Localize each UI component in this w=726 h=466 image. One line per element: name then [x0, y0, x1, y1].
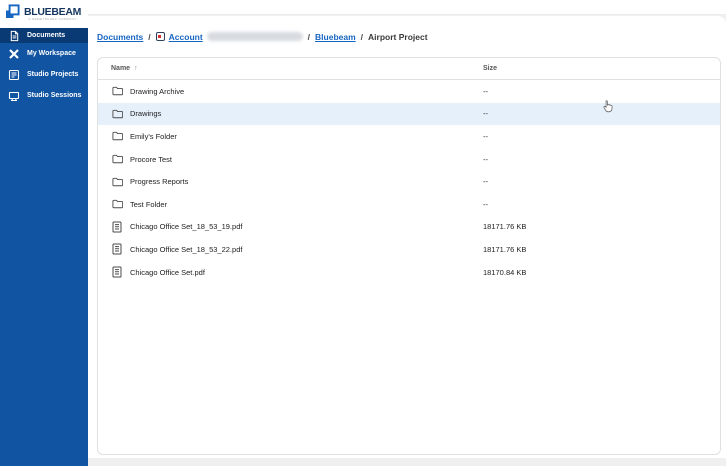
sidebar-item-label: Documents [27, 32, 66, 39]
sidebar: BLUEBEAM A NEMETSCHEK COMPANY Documents M… [0, 0, 88, 466]
table-body: Drawing Archive -- Drawings -- Emily's Folde… [98, 80, 720, 283]
sidebar-item-label: My Workspace [27, 50, 76, 57]
table-row-drawings[interactable]: Drawings -- [98, 102, 720, 126]
column-header-size-label: Size [483, 65, 498, 72]
size-cell: -- [483, 199, 488, 209]
sidebar-item-documents[interactable]: Documents [0, 28, 88, 43]
column-header-name-label: Name [111, 65, 131, 72]
column-header-name[interactable]: Name ↑ [111, 65, 483, 72]
breadcrumb-separator: / [307, 31, 311, 42]
mouse-cursor-hand-icon [602, 100, 614, 118]
item-name: Chicago Office Set_18_53_22.pdf [130, 244, 243, 254]
sidebar-item-label: Studio Projects [27, 71, 79, 78]
workspace-icon [8, 48, 20, 60]
up-arrow-icon: ↑ [134, 65, 138, 72]
name-cell: Progress Reports [111, 176, 483, 188]
name-cell: Procore Test [111, 153, 483, 165]
documents-table: Name ↑ Size Drawing Archive -- Drawings -- E… [97, 57, 721, 455]
breadcrumb-item-label: Airport Project [368, 31, 428, 42]
logo-text: BLUEBEAM [24, 5, 82, 18]
breadcrumb-item-bluebeam[interactable]: Bluebeam [315, 32, 356, 42]
column-header-size[interactable]: Size [483, 65, 720, 72]
sidebar-nav: Documents My Workspace Studio Projects Stud… [0, 28, 88, 106]
size-cell: 18171.76 KB [483, 222, 527, 232]
documents-icon [8, 30, 20, 42]
table-row-chicago-office-set-pdf[interactable]: Chicago Office Set.pdf 18170.84 KB [98, 261, 720, 284]
folder-icon [111, 198, 123, 210]
size-cell: 18170.84 KB [483, 267, 527, 277]
folder-icon [111, 130, 123, 142]
item-name: Chicago Office Set.pdf [130, 267, 205, 277]
breadcrumb-item-label: Documents [97, 31, 144, 42]
file-icon [111, 243, 123, 255]
sidebar-item-label: Studio Sessions [27, 92, 82, 99]
table-row-emily-s-folder[interactable]: Emily's Folder -- [98, 125, 720, 148]
size-cell: -- [483, 177, 488, 187]
item-name: Chicago Office Set_18_53_19.pdf [130, 222, 243, 232]
table-row-chicago-office-set-18-53-22-pdf[interactable]: Chicago Office Set_18_53_22.pdf 18171.76 … [98, 238, 720, 261]
item-name: Progress Reports [130, 177, 189, 187]
item-name: Test Folder [130, 199, 168, 209]
table-row-test-folder[interactable]: Test Folder -- [98, 193, 720, 216]
breadcrumb-item-account[interactable]: Account [155, 31, 303, 42]
sidebar-item-studio-sessions[interactable]: Studio Sessions [0, 85, 88, 106]
breadcrumb-item-documents[interactable]: Documents [97, 32, 143, 42]
table-row-procore-test[interactable]: Procore Test -- [98, 148, 720, 171]
name-cell: Test Folder [111, 198, 483, 210]
size-cell: -- [483, 154, 488, 164]
folder-icon [111, 85, 123, 97]
size-cell: 18171.76 KB [483, 244, 527, 254]
redacted-account-name [206, 32, 303, 41]
bluebeam-logo-icon [5, 4, 20, 24]
name-cell: Chicago Office Set_18_53_19.pdf [111, 221, 483, 233]
breadcrumb-separator: / [360, 31, 364, 42]
breadcrumb-separator: / [148, 31, 151, 42]
sidebar-item-studio-projects[interactable]: Studio Projects [0, 64, 88, 85]
breadcrumb-item-label: Account [168, 31, 203, 42]
table-row-drawing-archive[interactable]: Drawing Archive -- [98, 80, 720, 103]
name-cell: Chicago Office Set.pdf [111, 266, 483, 278]
app-logo: BLUEBEAM A NEMETSCHEK COMPANY [0, 0, 88, 28]
size-cell: -- [483, 86, 488, 96]
item-name: Drawing Archive [130, 86, 185, 96]
name-cell: Chicago Office Set_18_53_22.pdf [111, 243, 483, 255]
table-row-progress-reports[interactable]: Progress Reports -- [98, 170, 720, 193]
logo-tagline: A NEMETSCHEK COMPANY [28, 17, 77, 22]
breadcrumb-item-airport-project: Airport Project [368, 32, 428, 42]
sidebar-item-my-workspace[interactable]: My Workspace [0, 43, 88, 64]
name-cell: Drawings [111, 108, 483, 120]
studio-sessions-icon [8, 90, 20, 102]
table-row-chicago-office-set-18-53-19-pdf[interactable]: Chicago Office Set_18_53_19.pdf 18171.76 … [98, 216, 720, 239]
breadcrumb: Documents / Account / Bluebeam / Airport Proje… [97, 30, 428, 43]
item-name: Drawings [130, 109, 162, 119]
top-header-strip [88, 0, 726, 15]
file-icon [111, 266, 123, 278]
breadcrumb-item-label: Bluebeam [315, 31, 356, 42]
connector-icon [155, 32, 165, 41]
name-cell: Emily's Folder [111, 130, 483, 142]
size-cell: -- [483, 131, 488, 141]
file-icon [111, 221, 123, 233]
folder-icon [111, 153, 123, 165]
studio-projects-icon [8, 69, 20, 81]
item-name: Procore Test [130, 154, 172, 164]
item-name: Emily's Folder [130, 131, 177, 141]
folder-icon [111, 108, 123, 120]
name-cell: Drawing Archive [111, 85, 483, 97]
table-header-row: Name ↑ Size [98, 58, 720, 80]
folder-icon [111, 176, 123, 188]
